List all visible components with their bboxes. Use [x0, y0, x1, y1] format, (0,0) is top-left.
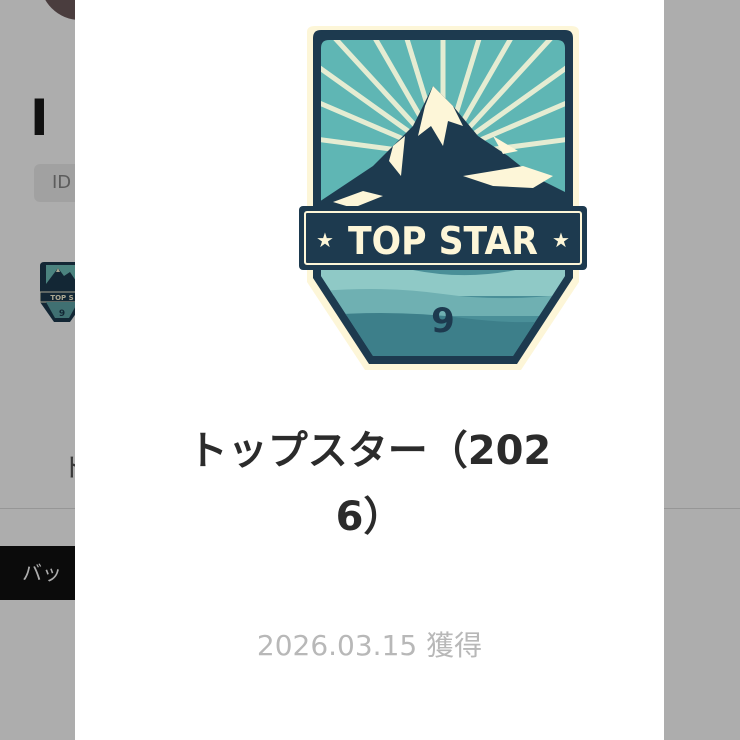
star-right-icon: ★ — [552, 228, 570, 252]
badge-detail-modal: TOP STAR ★ ★ 9 トップスター（2026） 2026.03.15 獲… — [75, 0, 664, 740]
star-left-icon: ★ — [316, 228, 334, 252]
badge-number: 9 — [431, 301, 455, 341]
badge-earned-date: 2026.03.15 獲得 — [256, 629, 483, 662]
badge-title: トップスター（2026） — [187, 428, 552, 540]
mountain-badge-icon: TOP STAR ★ ★ 9 — [299, 26, 587, 370]
badge-banner-text: TOP STAR — [348, 219, 538, 263]
